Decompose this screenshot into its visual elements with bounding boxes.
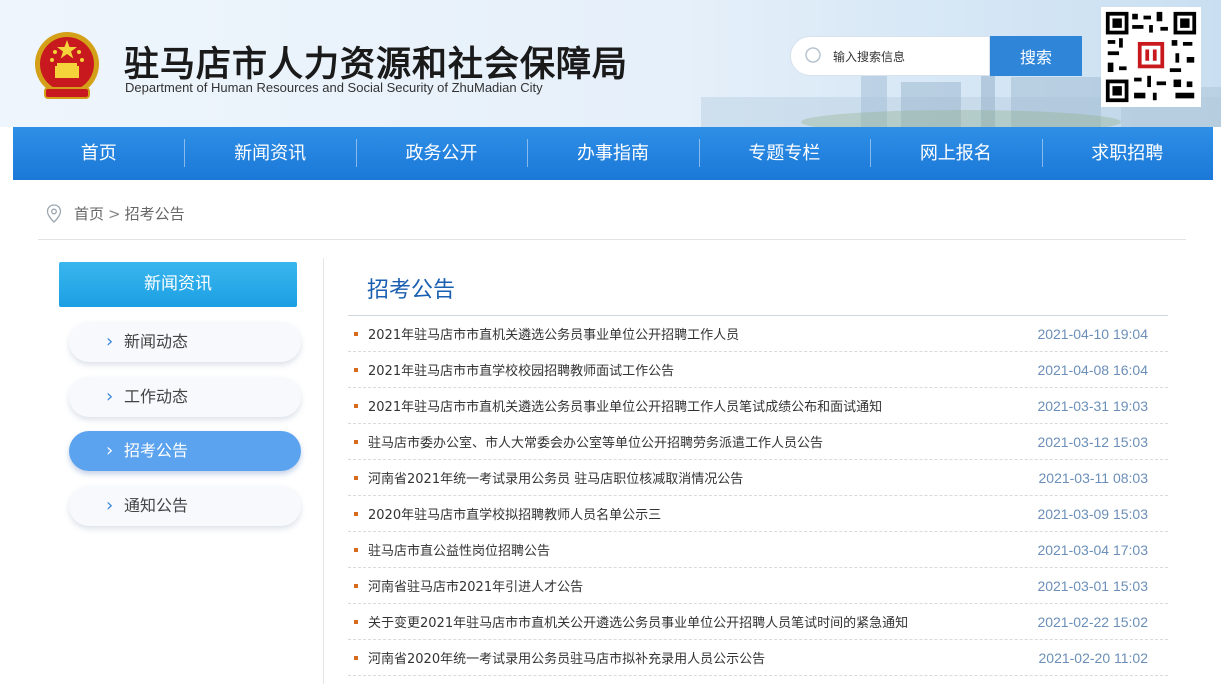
bullet-icon	[354, 655, 358, 660]
list-item[interactable]: 驻马店市直公益性岗位招聘公告 2021-03-04 17:03	[348, 532, 1168, 568]
article-date: 2021-03-09 15:03	[1037, 505, 1148, 522]
article-title[interactable]: 2020年驻马店市直学校拟招聘教师人员名单公示三	[368, 504, 1018, 523]
sidebar-item-announcements[interactable]: › 通知公告	[69, 486, 301, 526]
article-title[interactable]: 2021年驻马店市市直学校校园招聘教师面试工作公告	[368, 360, 1018, 379]
article-date: 2021-03-12 15:03	[1037, 433, 1148, 450]
national-emblem-icon	[35, 32, 99, 99]
article-title[interactable]: 河南省2021年统一考试录用公务员 驻马店职位核减取消情况公告	[368, 468, 1018, 487]
sidebar-item-recruitment-notices[interactable]: › 招考公告	[69, 431, 301, 471]
main-nav: 首页 新闻资讯 政务公开 办事指南 专题专栏 网上报名 求职招聘	[13, 127, 1213, 180]
article-date: 2021-03-11 08:03	[1038, 469, 1149, 486]
sidebar-item-label: 工作动态	[124, 387, 189, 406]
nav-item-special-topics[interactable]: 专题专栏	[698, 127, 870, 180]
article-title[interactable]: 河南省驻马店市2021年引进人才公告	[368, 576, 1018, 595]
nav-item-news[interactable]: 新闻资讯	[184, 127, 355, 180]
article-title[interactable]: 驻马店市直公益性岗位招聘公告	[368, 540, 1018, 559]
qrcode-icon	[1101, 7, 1201, 107]
location-pin-icon	[46, 203, 62, 223]
article-title[interactable]: 2021年驻马店市市直机关遴选公务员事业单位公开招聘工作人员笔试成绩公布和面试通…	[368, 396, 1018, 415]
sidebar-item-label: 新闻动态	[124, 332, 189, 351]
breadcrumb-separator: >	[108, 204, 121, 223]
list-item[interactable]: 河南省驻马店市2021年引进人才公告 2021-03-01 15:03	[348, 568, 1168, 604]
article-date: 2021-02-20 11:02	[1038, 649, 1149, 666]
chevron-right-icon: ›	[106, 440, 114, 461]
bullet-icon	[354, 439, 358, 444]
chevron-right-icon: ›	[106, 331, 114, 352]
sidebar-heading: 新闻资讯	[59, 262, 297, 307]
breadcrumb-home-link[interactable]: 首页	[74, 203, 104, 224]
bullet-icon	[354, 511, 358, 516]
article-list: 2021年驻马店市市直机关遴选公务员事业单位公开招聘工作人员 2021-04-10…	[348, 316, 1168, 676]
article-date: 2021-04-10 19:04	[1037, 325, 1148, 342]
article-title[interactable]: 驻马店市委办公室、市人大常委会办公室等单位公开招聘劳务派遣工作人员公告	[368, 432, 1018, 451]
list-item[interactable]: 河南省2021年统一考试录用公务员 驻马店职位核减取消情况公告 2021-03-1…	[348, 460, 1168, 496]
list-item[interactable]: 2020年驻马店市直学校拟招聘教师人员名单公示三 2021-03-09 15:03	[348, 496, 1168, 532]
column-divider	[323, 258, 324, 684]
nav-item-government-affairs[interactable]: 政务公开	[355, 127, 527, 180]
nav-item-service-guide[interactable]: 办事指南	[527, 127, 698, 180]
list-item[interactable]: 关于变更2021年驻马店市市直机关公开遴选公务员事业单位公开招聘人员笔试时间的紧…	[348, 604, 1168, 640]
article-date: 2021-02-22 15:02	[1037, 613, 1148, 630]
nav-item-home[interactable]: 首页	[13, 127, 184, 180]
list-item[interactable]: 2021年驻马店市市直机关遴选公务员事业单位公开招聘工作人员 2021-04-10…	[348, 316, 1168, 352]
list-item[interactable]: 河南省2020年统一考试录用公务员驻马店市拟补充录用人员公示公告 2021-02-…	[348, 640, 1168, 676]
bullet-icon	[354, 475, 358, 480]
list-item[interactable]: 驻马店市委办公室、市人大常委会办公室等单位公开招聘劳务派遣工作人员公告 2021-…	[348, 424, 1168, 460]
site-subtitle: Department of Human Resources and Social…	[125, 80, 543, 95]
article-title[interactable]: 2021年驻马店市市直机关遴选公务员事业单位公开招聘工作人员	[368, 324, 1018, 343]
search-box	[790, 36, 990, 76]
sidebar-item-label: 招考公告	[124, 441, 189, 460]
search-icon	[805, 47, 821, 63]
search-input[interactable]	[833, 47, 983, 67]
breadcrumb: 首页 > 招考公告	[38, 188, 1186, 240]
chevron-right-icon: ›	[106, 495, 114, 516]
list-item[interactable]: 2021年驻马店市市直学校校园招聘教师面试工作公告 2021-04-08 16:0…	[348, 352, 1168, 388]
nav-item-jobs[interactable]: 求职招聘	[1041, 127, 1213, 180]
article-date: 2021-03-04 17:03	[1037, 541, 1148, 558]
article-title[interactable]: 河南省2020年统一考试录用公务员驻马店市拟补充录用人员公示公告	[368, 648, 1018, 667]
article-date: 2021-03-31 19:03	[1037, 397, 1148, 414]
bullet-icon	[354, 583, 358, 588]
sidebar-item-label: 通知公告	[124, 496, 189, 515]
bullet-icon	[354, 619, 358, 624]
sidebar-item-work-updates[interactable]: › 工作动态	[69, 377, 301, 417]
article-date: 2021-03-01 15:03	[1037, 577, 1148, 594]
bullet-icon	[354, 331, 358, 336]
nav-item-online-registration[interactable]: 网上报名	[870, 127, 1041, 180]
article-title[interactable]: 关于变更2021年驻马店市市直机关公开遴选公务员事业单位公开招聘人员笔试时间的紧…	[368, 612, 1018, 631]
site-header: 驻马店市人力资源和社会保障局 Department of Human Resou…	[0, 0, 1221, 127]
bullet-icon	[354, 367, 358, 372]
breadcrumb-current: 招考公告	[124, 205, 185, 223]
bullet-icon	[354, 547, 358, 552]
chevron-right-icon: ›	[106, 386, 114, 407]
list-item[interactable]: 2021年驻马店市市直机关遴选公务员事业单位公开招聘工作人员笔试成绩公布和面试通…	[348, 388, 1168, 424]
search-button[interactable]: 搜索	[990, 36, 1082, 76]
sidebar-item-news-updates[interactable]: › 新闻动态	[69, 322, 301, 362]
article-date: 2021-04-08 16:04	[1037, 361, 1148, 378]
bullet-icon	[354, 403, 358, 408]
page-title: 招考公告	[367, 278, 456, 303]
